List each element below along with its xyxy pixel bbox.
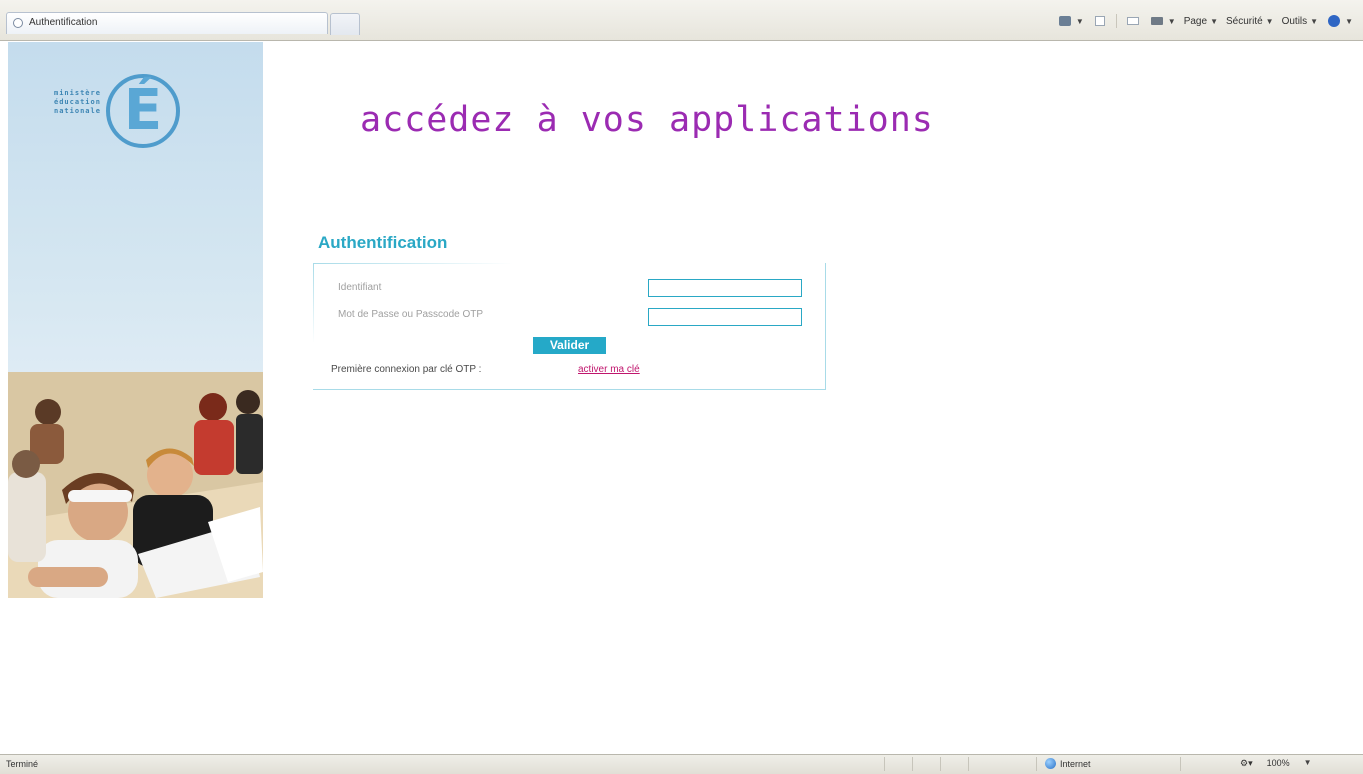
chevron-down-icon: ▼ — [1167, 16, 1176, 26]
tools-menu-label: Outils — [1281, 15, 1308, 27]
chevron-down-icon: ▼ — [1345, 16, 1353, 26]
feeds-icon[interactable] — [1092, 14, 1108, 28]
password-field[interactable] — [648, 308, 802, 326]
new-tab-button[interactable] — [330, 13, 360, 35]
separator — [1115, 14, 1117, 28]
chevron-down-icon: ▼ — [1303, 758, 1312, 767]
chevron-down-icon: ▼ — [1265, 16, 1274, 26]
browser-toolbar: Authentification ▼ ▼ Page ▼ Sécurité ▼ O… — [0, 0, 1363, 41]
tab-title: Authentification — [29, 17, 98, 28]
zoom-label: 100% — [1266, 758, 1290, 768]
home-icon — [1057, 14, 1073, 28]
print-icon — [1149, 14, 1165, 28]
chevron-down-icon: ▼ — [1210, 16, 1218, 26]
print-button[interactable]: ▼ — [1149, 14, 1176, 28]
auth-heading: Authentification — [318, 233, 448, 252]
tools-menu[interactable]: Outils ▼ — [1282, 16, 1318, 27]
security-menu[interactable]: Sécurité ▼ — [1226, 16, 1274, 27]
submit-button[interactable]: Valider — [533, 337, 606, 354]
password-label: Mot de Passe ou Passcode OTP — [338, 309, 484, 320]
security-zone[interactable]: Internet — [1045, 758, 1091, 769]
identifier-field[interactable] — [648, 279, 802, 297]
otp-text: Première connexion par clé OTP : — [331, 364, 482, 375]
chevron-down-icon: ▼ — [1075, 16, 1084, 26]
protected-mode-icon: ⚙▾ — [1240, 758, 1253, 768]
hero-title: accédez à vos applications — [360, 100, 934, 140]
page-icon — [13, 18, 23, 28]
help-icon — [1326, 14, 1342, 28]
status-divider — [912, 757, 913, 771]
zoom-control[interactable]: ⚙▾ 100% ▼ — [1240, 758, 1312, 769]
command-bar: ▼ ▼ Page ▼ Sécurité ▼ Outils ▼ ▼ — [1057, 12, 1353, 30]
home-button[interactable]: ▼ — [1057, 14, 1084, 28]
zone-label: Internet — [1060, 758, 1091, 769]
logo-text: ministère éducation nationale — [54, 89, 101, 115]
globe-icon — [1045, 758, 1056, 769]
ministry-logo: ministère éducation nationale É — [46, 52, 196, 162]
status-divider — [940, 757, 941, 771]
chevron-down-icon: ▼ — [1310, 16, 1319, 26]
logo-letter: É — [123, 78, 163, 143]
status-divider — [1036, 757, 1037, 771]
students-photo — [8, 372, 263, 598]
activate-key-link[interactable]: activer ma clé — [578, 364, 640, 375]
status-divider — [1180, 757, 1181, 771]
help-menu[interactable]: ▼ — [1326, 14, 1353, 28]
page-menu-label: Page — [1183, 15, 1208, 27]
mail-icon[interactable] — [1125, 14, 1141, 28]
status-bar: Terminé Internet ⚙▾ 100% ▼ — [0, 754, 1363, 774]
status-divider — [884, 757, 885, 771]
security-menu-label: Sécurité — [1225, 15, 1263, 27]
left-banner: ministère éducation nationale É — [8, 42, 263, 598]
browser-tab[interactable]: Authentification — [6, 12, 328, 34]
status-divider — [968, 757, 969, 771]
status-text: Terminé — [6, 759, 39, 769]
page-menu[interactable]: Page ▼ — [1184, 16, 1218, 27]
identifier-label: Identifiant — [338, 282, 382, 293]
